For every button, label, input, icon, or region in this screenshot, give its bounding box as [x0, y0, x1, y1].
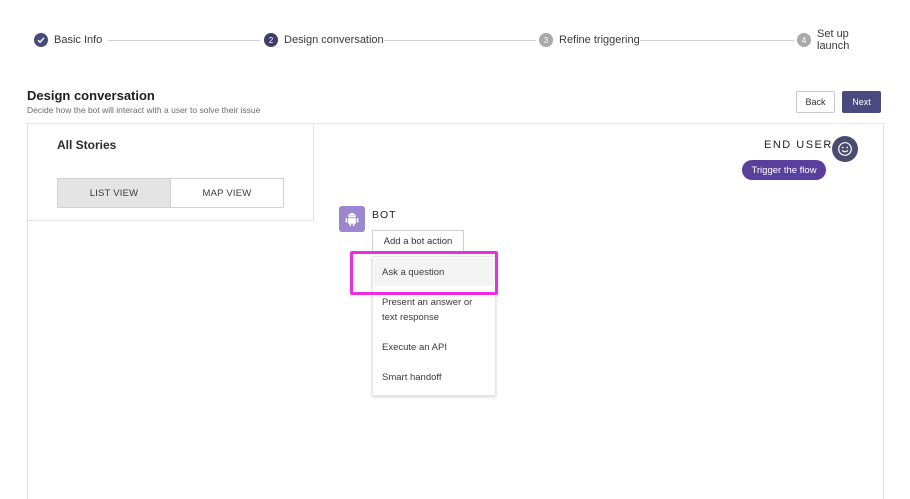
check-icon	[34, 33, 48, 47]
bot-action-menu: Ask a question Present an answer or text…	[372, 256, 496, 396]
menu-item-execute-api[interactable]: Execute an API	[382, 340, 447, 355]
view-toggle: LIST VIEW MAP VIEW	[57, 178, 284, 208]
page-title: Design conversation	[27, 88, 155, 103]
map-view-tab[interactable]: MAP VIEW	[171, 179, 283, 207]
step-connector	[634, 40, 794, 41]
smiley-icon	[832, 136, 858, 162]
step-label: Refine triggering	[559, 34, 640, 46]
list-view-tab[interactable]: LIST VIEW	[58, 179, 171, 207]
menu-item-ask-question[interactable]: Ask a question	[374, 258, 495, 286]
step-connector	[108, 40, 260, 41]
step-connector	[380, 40, 536, 41]
step-set-up-launch[interactable]: 4 Set up launch	[797, 28, 878, 52]
all-stories-heading: All Stories	[57, 138, 117, 152]
progress-stepper: Basic Info 2 Design conversation 3 Refin…	[34, 28, 878, 52]
bot-label: BOT	[372, 209, 397, 221]
trigger-flow-button[interactable]: Trigger the flow	[742, 160, 826, 180]
stories-panel: All Stories LIST VIEW MAP VIEW	[28, 124, 314, 221]
step-number: 3	[539, 33, 553, 47]
menu-item-smart-handoff[interactable]: Smart handoff	[382, 370, 442, 385]
step-label: Basic Info	[54, 34, 103, 46]
step-design-conversation[interactable]: 2 Design conversation	[264, 31, 384, 49]
step-refine-triggering[interactable]: 3 Refine triggering	[539, 31, 640, 49]
step-label: Set up launch	[817, 28, 850, 52]
step-number: 4	[797, 33, 811, 47]
conversation-canvas: All Stories LIST VIEW MAP VIEW END USER …	[27, 123, 884, 499]
next-button[interactable]: Next	[842, 91, 881, 113]
end-user-label: END USER	[764, 139, 833, 151]
step-basic-info[interactable]: Basic Info	[34, 31, 103, 49]
step-label: Design conversation	[284, 34, 384, 46]
step-number: 2	[264, 33, 278, 47]
android-robot-icon	[339, 206, 365, 232]
menu-item-present-answer[interactable]: Present an answer or text response	[382, 295, 488, 325]
add-bot-action-button[interactable]: Add a bot action	[372, 230, 464, 252]
page-subtitle: Decide how the bot will interact with a …	[27, 105, 261, 115]
back-button[interactable]: Back	[796, 91, 835, 113]
